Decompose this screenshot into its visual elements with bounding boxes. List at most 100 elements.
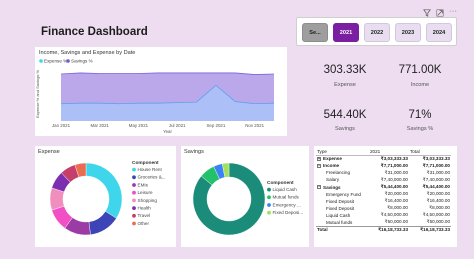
kpi-savings-value: 544.40K [323, 109, 367, 121]
table-cell-2021: ₹4,50,000.00 [380, 212, 408, 218]
table-cell-type: Freelancing [316, 169, 369, 176]
table-cell-total: ₹16,18,733.33 [409, 225, 451, 234]
table-cell-2021: ₹8,000.00 [387, 205, 408, 211]
table-cell-type: Total [316, 225, 369, 234]
collapse-row-icon[interactable]: − [317, 185, 321, 190]
table-cell-total: ₹7,71,000.00 [422, 162, 450, 168]
column-header-total[interactable]: Total [409, 148, 451, 156]
table-row: + Expense ₹3,03,333.33 ₹3,03,333.33 [316, 155, 451, 162]
table-cell-total: ₹8,000.00 [429, 205, 450, 211]
expense-legend-label-5: Health [138, 206, 152, 211]
slicer-option-2024[interactable]: 2024 [426, 23, 452, 42]
collapse-row-icon[interactable]: − [317, 164, 321, 169]
page-title: Finance Dashboard [41, 26, 148, 38]
y-axis-label: Expense % and Savings % [35, 70, 40, 118]
savings-donut-chart: Savings ComponentLiquid Cash Mutual funds E… [184, 149, 304, 236]
legend-label-1: Savings % [71, 59, 93, 64]
slicer-option-2022[interactable]: 2022 [364, 23, 390, 42]
table-cell-total: ₹4,50,000.00 [422, 212, 450, 218]
column-header-type[interactable]: Type [316, 148, 369, 156]
kpi-savings-label: Savings [335, 126, 355, 132]
expense-legend-marker-7 [132, 221, 136, 226]
expense-title: Expense [38, 149, 60, 155]
table-cell-type-label: Emergency Fund [326, 191, 361, 197]
matrix-table: Type 2021 Total + Expense ₹3,03,333.33 ₹3,0… [316, 148, 451, 234]
expense-legend-title: Component [132, 160, 159, 166]
table-cell-type-label: Fixed Deposit [326, 198, 355, 204]
expand-icon[interactable] [436, 9, 444, 17]
x-tick-label: Mar 2021 [90, 123, 109, 128]
table-cell-type: Emergency Fund [316, 191, 369, 198]
kpi-income-label: Income [410, 82, 430, 88]
savings-legend-marker-3 [267, 210, 271, 215]
expense-legend-label-6: Travel [138, 213, 151, 218]
table-row: − Income ₹7,71,000.00 ₹7,71,000.00 [316, 162, 451, 169]
table-cell-type-label: Freelancing [326, 170, 351, 176]
table-cell-type: Fixed Deposit [316, 205, 369, 212]
expense-slice-0 [85, 162, 123, 219]
savings-title: Savings [184, 149, 204, 155]
more-options-icon[interactable]: ··· [449, 8, 458, 15]
table-row: Emergency Fund ₹20,000.00 ₹20,000.00 [316, 191, 451, 198]
table-cell-2021: ₹3,03,333.33 [380, 155, 408, 161]
table-cell-type-label: Expense [323, 156, 342, 162]
x-tick-label: May 2021 [129, 123, 149, 128]
table-cell-type[interactable]: − Income [316, 162, 369, 169]
table-cell-2021: ₹16,18,733.33 [369, 225, 409, 234]
kpi-income-value: 771.00K [398, 64, 442, 76]
expense-legend-marker-0 [132, 167, 136, 172]
savings-legend-label-3: Fixed Deposi... [273, 210, 304, 215]
expand-row-icon[interactable]: + [317, 157, 321, 162]
table-cell-2021: ₹50,000.00 [384, 219, 408, 225]
column-header-2021[interactable]: 2021 [369, 148, 409, 156]
year-slicer: Se... 2021 2022 2023 2024 [296, 17, 457, 46]
expense-legend-label-1: Groceries &... [138, 175, 166, 180]
savings-legend-label-2: Emergency ... [273, 202, 301, 207]
x-tick-label: Jul 2021 [169, 123, 186, 128]
savings-donut-card: Savings Component Liquid Cash Mutual funds E… [181, 146, 309, 247]
table-row: Total ₹16,18,733.33 ₹16,18,733.33 [316, 225, 451, 234]
savings-legend-label-1: Mutual funds [273, 195, 300, 200]
table-cell-total: ₹20,000.00 [426, 191, 450, 197]
table-cell-total: ₹50,000.00 [426, 219, 450, 225]
area-chart-title: Income, Savings and Expense by Date [39, 50, 135, 56]
series-area-savings [61, 72, 274, 104]
table-cell-2021: ₹31,000.00 [384, 169, 408, 175]
kpi-expense-value: 303.33K [323, 64, 367, 76]
table-cell-type-label: Mutual funds [326, 219, 353, 225]
table-cell-type[interactable]: − Savings [316, 183, 369, 190]
expense-legend-marker-3 [132, 190, 136, 195]
table-row: Salary ₹7,40,000.00 ₹7,40,000.00 [316, 176, 451, 183]
table-cell-total: ₹16,400.00 [426, 198, 450, 204]
table-cell-type-label: Total [317, 227, 328, 233]
table-cell-type-label: Income [323, 163, 340, 169]
matrix-table-card: Type 2021 Total + Expense ₹3,03,333.33 ₹3,0… [314, 146, 457, 247]
table-row: Fixed Deposit ₹8,000.00 ₹8,000.00 [316, 205, 451, 212]
table-header-row: Type 2021 Total [316, 148, 451, 156]
area-chart: Income, Savings and Expense by Date Expen… [35, 50, 275, 134]
table-cell-2021: ₹7,40,000.00 [380, 176, 408, 182]
table-cell-2021: ₹7,71,000.00 [380, 162, 408, 168]
kpi-expense-label: Expense [334, 82, 356, 88]
legend-marker-0 [39, 59, 43, 63]
filter-icon[interactable] [423, 9, 431, 17]
table-cell-type[interactable]: + Expense [316, 155, 369, 162]
table-cell-total: ₹5,44,400.00 [422, 184, 450, 190]
expense-legend-marker-2 [132, 183, 136, 187]
expense-legend-marker-5 [132, 206, 136, 210]
savings-legend-marker-2 [267, 203, 271, 207]
expense-legend-marker-4 [132, 198, 136, 203]
table-cell-type-label: Fixed Deposit [326, 205, 355, 211]
table-row: Fixed Deposit ₹16,400.00 ₹16,400.00 [316, 198, 451, 205]
table-cell-2021: ₹16,400.00 [384, 198, 408, 204]
table-cell-type: Salary [316, 176, 369, 183]
table-row: − Savings ₹5,44,400.00 ₹5,44,400.00 [316, 183, 451, 190]
table-cell-total: ₹31,000.00 [426, 169, 450, 175]
slicer-option-2023[interactable]: 2023 [395, 23, 421, 42]
slicer-option-select-all[interactable]: Se... [302, 23, 328, 42]
expense-legend-label-2: EMIs [138, 182, 149, 187]
legend-marker-1 [66, 59, 70, 63]
table-cell-type-label: Salary [326, 177, 340, 183]
legend-label-0: Expense % [44, 59, 67, 64]
slicer-option-2021[interactable]: 2021 [333, 23, 359, 42]
